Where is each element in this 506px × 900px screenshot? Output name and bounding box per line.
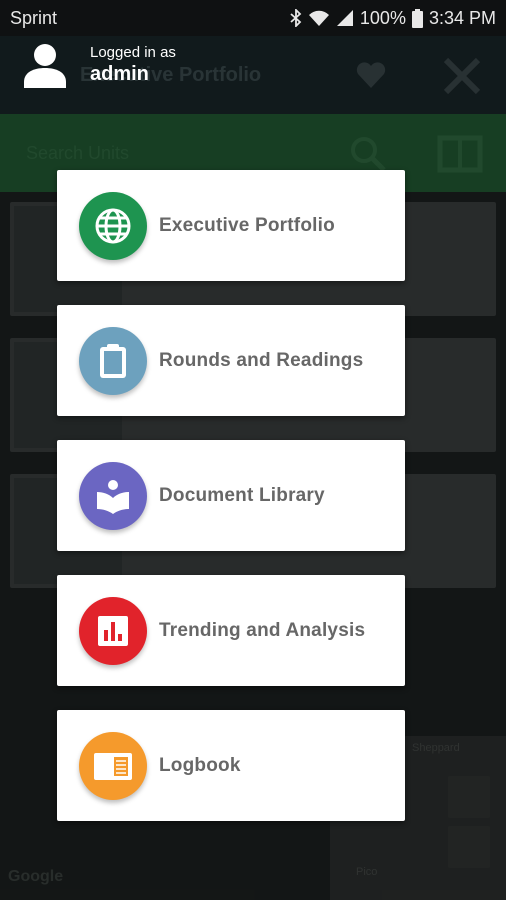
book-reader-icon xyxy=(79,461,147,530)
menu-item-logbook[interactable]: Logbook xyxy=(57,710,405,821)
module-menu: Executive Portfolio Rounds and Readings … xyxy=(57,170,405,845)
battery-percent: 100% xyxy=(359,7,406,28)
status-bar: Sprint 100% 3:34 PM xyxy=(0,0,506,36)
clock: 3:34 PM xyxy=(428,7,496,28)
menu-item-rounds-and-readings[interactable]: Rounds and Readings xyxy=(57,305,405,416)
menu-item-executive-portfolio[interactable]: Executive Portfolio xyxy=(57,170,405,281)
globe-icon xyxy=(79,191,147,260)
menu-item-label: Logbook xyxy=(159,754,241,776)
menu-item-document-library[interactable]: Document Library xyxy=(57,440,405,551)
menu-item-label: Rounds and Readings xyxy=(159,349,364,371)
logbook-icon xyxy=(79,731,147,800)
signal-icon xyxy=(336,10,353,26)
carrier-label: Sprint xyxy=(10,7,58,28)
user-avatar-icon xyxy=(24,44,66,88)
bar-chart-icon xyxy=(79,596,147,665)
menu-item-trending-and-analysis[interactable]: Trending and Analysis xyxy=(57,575,405,686)
clipboard-icon xyxy=(79,326,147,395)
bluetooth-icon xyxy=(290,9,302,27)
battery-icon xyxy=(411,8,423,28)
menu-item-label: Document Library xyxy=(159,484,325,506)
menu-item-label: Trending and Analysis xyxy=(159,619,366,641)
wifi-icon xyxy=(308,10,329,26)
user-header: Logged in as admin xyxy=(20,40,176,90)
logged-in-label: Logged in as xyxy=(90,44,176,61)
username: admin xyxy=(90,63,149,85)
menu-item-label: Executive Portfolio xyxy=(159,214,335,236)
